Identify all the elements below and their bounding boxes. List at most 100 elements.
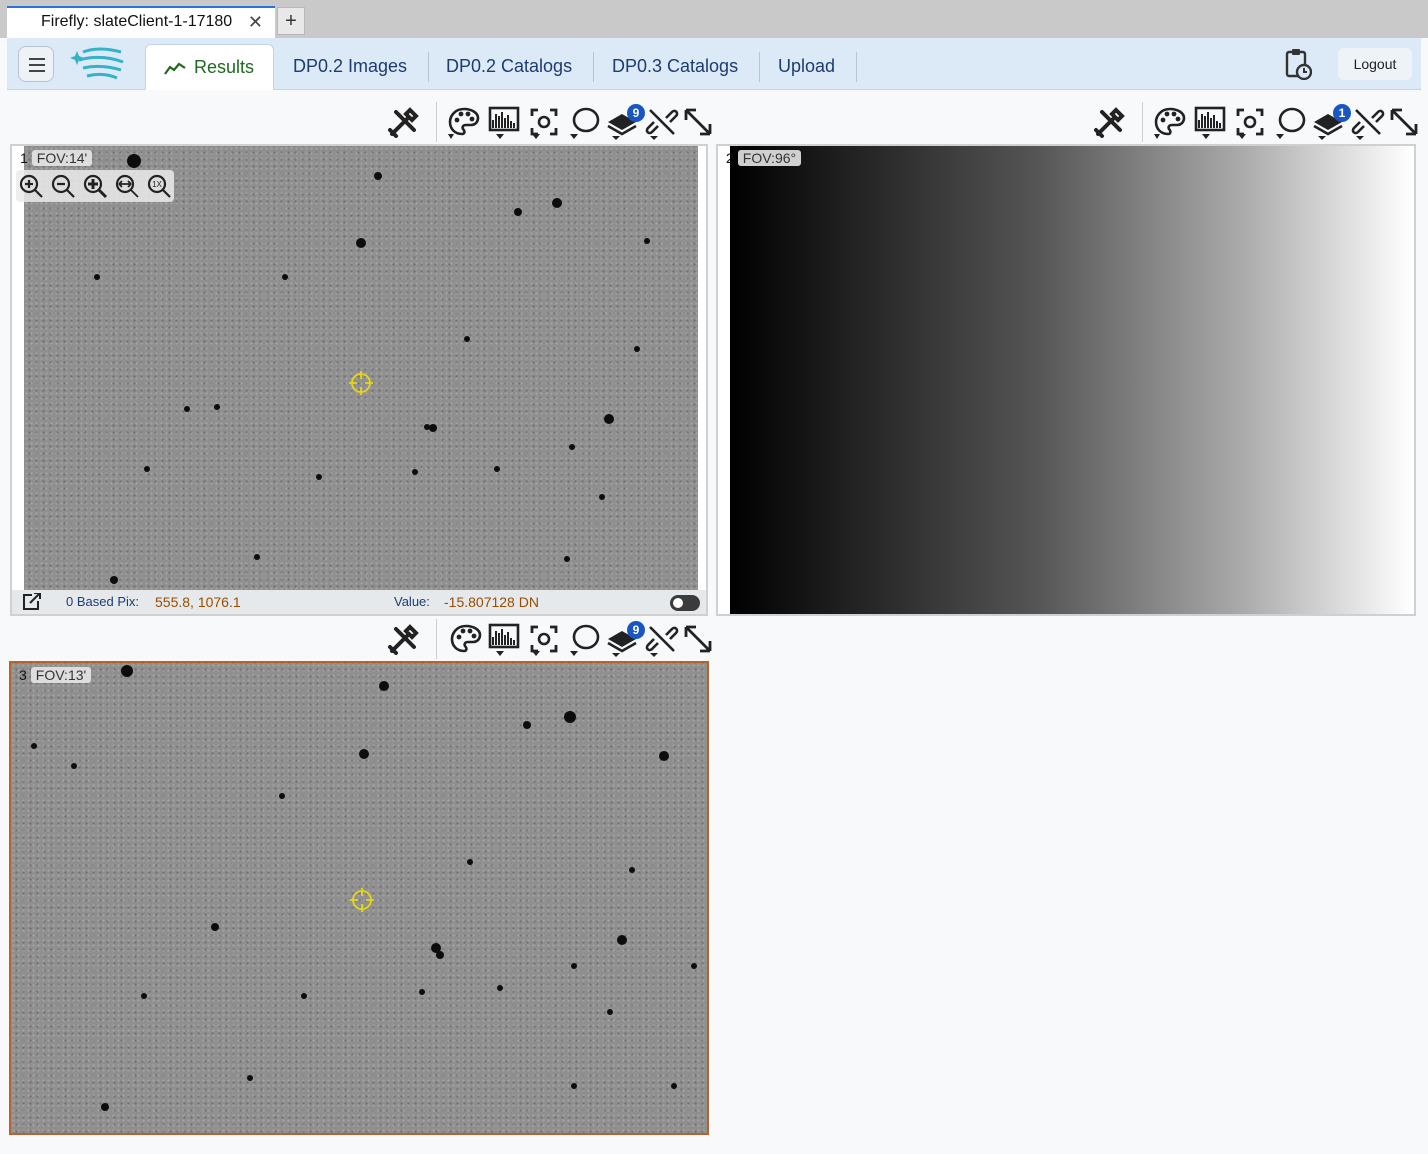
gradient-image[interactable] (730, 146, 1412, 614)
star (634, 346, 640, 352)
unlink-icon[interactable] (644, 104, 680, 140)
star (467, 859, 473, 865)
fov-label: FOV:96° (737, 150, 802, 166)
star (629, 867, 635, 873)
tab-results-label: Results (194, 57, 255, 77)
app-header: Results DP0.2 Images DP0.2 Catalogs DP0.… (7, 38, 1421, 90)
unlink-icon[interactable] (644, 621, 680, 657)
star (564, 711, 576, 723)
star (424, 424, 430, 430)
browser-tab-title: Firefly: slateClient-1-17180 (41, 13, 233, 30)
logout-button[interactable]: Logout (1338, 48, 1412, 80)
star (604, 414, 614, 424)
star (359, 749, 369, 759)
menu-icon-bar (29, 70, 45, 72)
star (599, 494, 605, 500)
viewer-label: 1 FOV:14' (16, 148, 98, 168)
menu-icon (29, 58, 45, 60)
palette-icon[interactable] (448, 621, 484, 657)
tools-icon[interactable] (386, 104, 422, 140)
star (71, 763, 77, 769)
tab-dp02-catalogs[interactable]: DP0.2 Catalogs (428, 44, 590, 90)
image-viewer-3[interactable]: 3 FOV:13' (9, 661, 709, 1135)
readout-lock-toggle[interactable] (670, 595, 700, 611)
star (464, 336, 470, 342)
expand-icon[interactable] (680, 104, 716, 140)
star (552, 198, 562, 208)
tab-dp02-images[interactable]: DP0.2 Images (275, 44, 425, 90)
palette-icon[interactable] (1152, 104, 1188, 140)
star (31, 743, 37, 749)
star (617, 935, 627, 945)
star (571, 963, 577, 969)
zoom-1x-text: 1X (152, 180, 162, 189)
layers-count-badge: 1 (1333, 104, 1351, 122)
zoom-fit-icon[interactable] (82, 173, 108, 199)
unlink-icon[interactable] (1350, 104, 1386, 140)
tab-label: DP0.2 Images (293, 56, 408, 76)
expand-icon[interactable] (1386, 104, 1422, 140)
pix-value: 555.8, 1076.1 (155, 594, 241, 610)
star (254, 554, 260, 560)
star (494, 466, 500, 472)
zoom-fill-icon[interactable] (114, 173, 140, 199)
lasso-icon[interactable] (566, 621, 602, 657)
lasso-icon[interactable] (1272, 104, 1308, 140)
tab-label: DP0.3 Catalogs (612, 56, 739, 76)
crosshair-marker (350, 888, 374, 912)
tab-results[interactable]: Results (145, 44, 274, 90)
tab-upload[interactable]: Upload (760, 44, 853, 90)
tab-dp03-catalogs[interactable]: DP0.3 Catalogs (594, 44, 756, 90)
tab-label: Upload (778, 56, 836, 76)
center-target-icon[interactable] (1232, 104, 1268, 140)
center-target-icon[interactable] (526, 104, 562, 140)
star (247, 1075, 253, 1081)
star (356, 238, 366, 248)
fov-label: FOV:14' (31, 150, 93, 166)
star (419, 989, 425, 995)
zoom-1x-icon[interactable]: 1X (146, 173, 172, 199)
star (571, 1083, 577, 1089)
histogram-icon[interactable] (1192, 104, 1228, 140)
star (436, 951, 444, 959)
histogram-icon[interactable] (486, 621, 522, 657)
tools-icon[interactable] (386, 621, 422, 657)
center-target-icon[interactable] (526, 621, 562, 657)
star (691, 963, 697, 969)
firefly-logo[interactable] (69, 44, 127, 82)
star (659, 751, 669, 761)
expand-icon[interactable] (680, 621, 716, 657)
image-viewer-1[interactable]: 1 FOV:14' 1X 0 Based Pix: 555.8, 1076.1 V… (10, 144, 708, 616)
star (412, 469, 418, 475)
tab-label: DP0.2 Catalogs (446, 56, 573, 76)
clipboard-clock-icon[interactable] (1284, 48, 1312, 80)
tools-icon[interactable] (1092, 104, 1128, 140)
star (671, 1083, 677, 1089)
star (144, 466, 150, 472)
menu-button[interactable] (18, 46, 54, 82)
new-tab-button[interactable]: + (277, 7, 305, 35)
pixel-value: -15.807128 DN (444, 594, 539, 610)
browser-tab[interactable]: Firefly: slateClient-1-17180 ✕ (7, 6, 275, 38)
popout-icon[interactable] (22, 593, 42, 611)
crosshair-marker (349, 371, 373, 395)
menu-icon-bar (29, 64, 45, 66)
star (110, 576, 118, 584)
toolbar-divider (436, 619, 437, 659)
star (214, 404, 220, 410)
star (141, 993, 147, 999)
zoom-in-icon[interactable] (18, 173, 44, 199)
close-tab-icon[interactable]: ✕ (248, 8, 263, 36)
sky-image[interactable] (24, 146, 698, 592)
image-viewer-2[interactable]: 2 FOV:96° (716, 144, 1416, 616)
star (429, 424, 437, 432)
layers-count-badge: 9 (627, 104, 645, 122)
star (607, 1009, 613, 1015)
palette-icon[interactable] (446, 104, 482, 140)
chart-line-icon (164, 62, 186, 75)
toggle-knob (673, 598, 683, 608)
zoom-out-icon[interactable] (50, 173, 76, 199)
star (282, 274, 288, 280)
histogram-icon[interactable] (486, 104, 522, 140)
lasso-icon[interactable] (566, 104, 602, 140)
